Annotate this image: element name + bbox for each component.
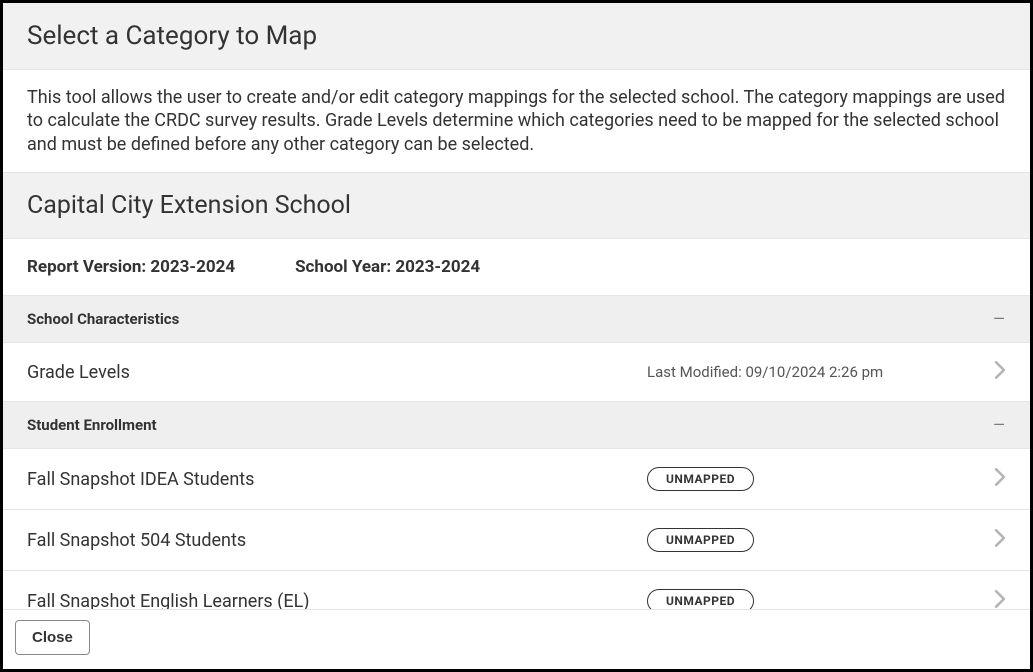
description-text: This tool allows the user to create and/… [3,70,1030,172]
close-button[interactable]: Close [15,620,90,655]
section-header-student-enrollment[interactable]: Student Enrollment − [3,402,1030,449]
chevron-right-icon [982,361,1006,383]
minus-icon: − [992,413,1006,437]
row-badge-wrap: UNMAPPED [647,528,982,552]
row-label: Fall Snapshot 504 Students [27,530,647,551]
school-name: Capital City Extension School [27,191,1006,220]
row-label: Grade Levels [27,362,647,383]
page-title: Select a Category to Map [27,21,1006,51]
category-row-idea-students[interactable]: Fall Snapshot IDEA Students UNMAPPED [3,449,1030,510]
header-bar: Select a Category to Map [3,3,1030,70]
status-badge-unmapped: UNMAPPED [647,467,754,491]
report-version: Report Version: 2023-2024 [27,257,235,277]
minus-icon: − [992,307,1006,331]
row-badge-wrap: UNMAPPED [647,467,982,491]
school-year: School Year: 2023-2024 [295,257,480,277]
meta-row: Report Version: 2023-2024 School Year: 2… [3,239,1030,296]
category-row-grade-levels[interactable]: Grade Levels Last Modified: 09/10/2024 2… [3,343,1030,402]
footer-bar: Close [3,609,1030,669]
category-row-504-students[interactable]: Fall Snapshot 504 Students UNMAPPED [3,510,1030,571]
chevron-right-icon [982,529,1006,551]
status-badge-unmapped: UNMAPPED [647,528,754,552]
section-title: Student Enrollment [27,416,157,434]
dialog-window: Select a Category to Map This tool allow… [0,0,1033,672]
section-header-school-characteristics[interactable]: School Characteristics − [3,296,1030,343]
school-header: Capital City Extension School [3,172,1030,239]
row-label: Fall Snapshot IDEA Students [27,469,647,490]
row-last-modified: Last Modified: 09/10/2024 2:26 pm [647,363,982,381]
chevron-right-icon [982,468,1006,490]
section-title: School Characteristics [27,310,179,328]
